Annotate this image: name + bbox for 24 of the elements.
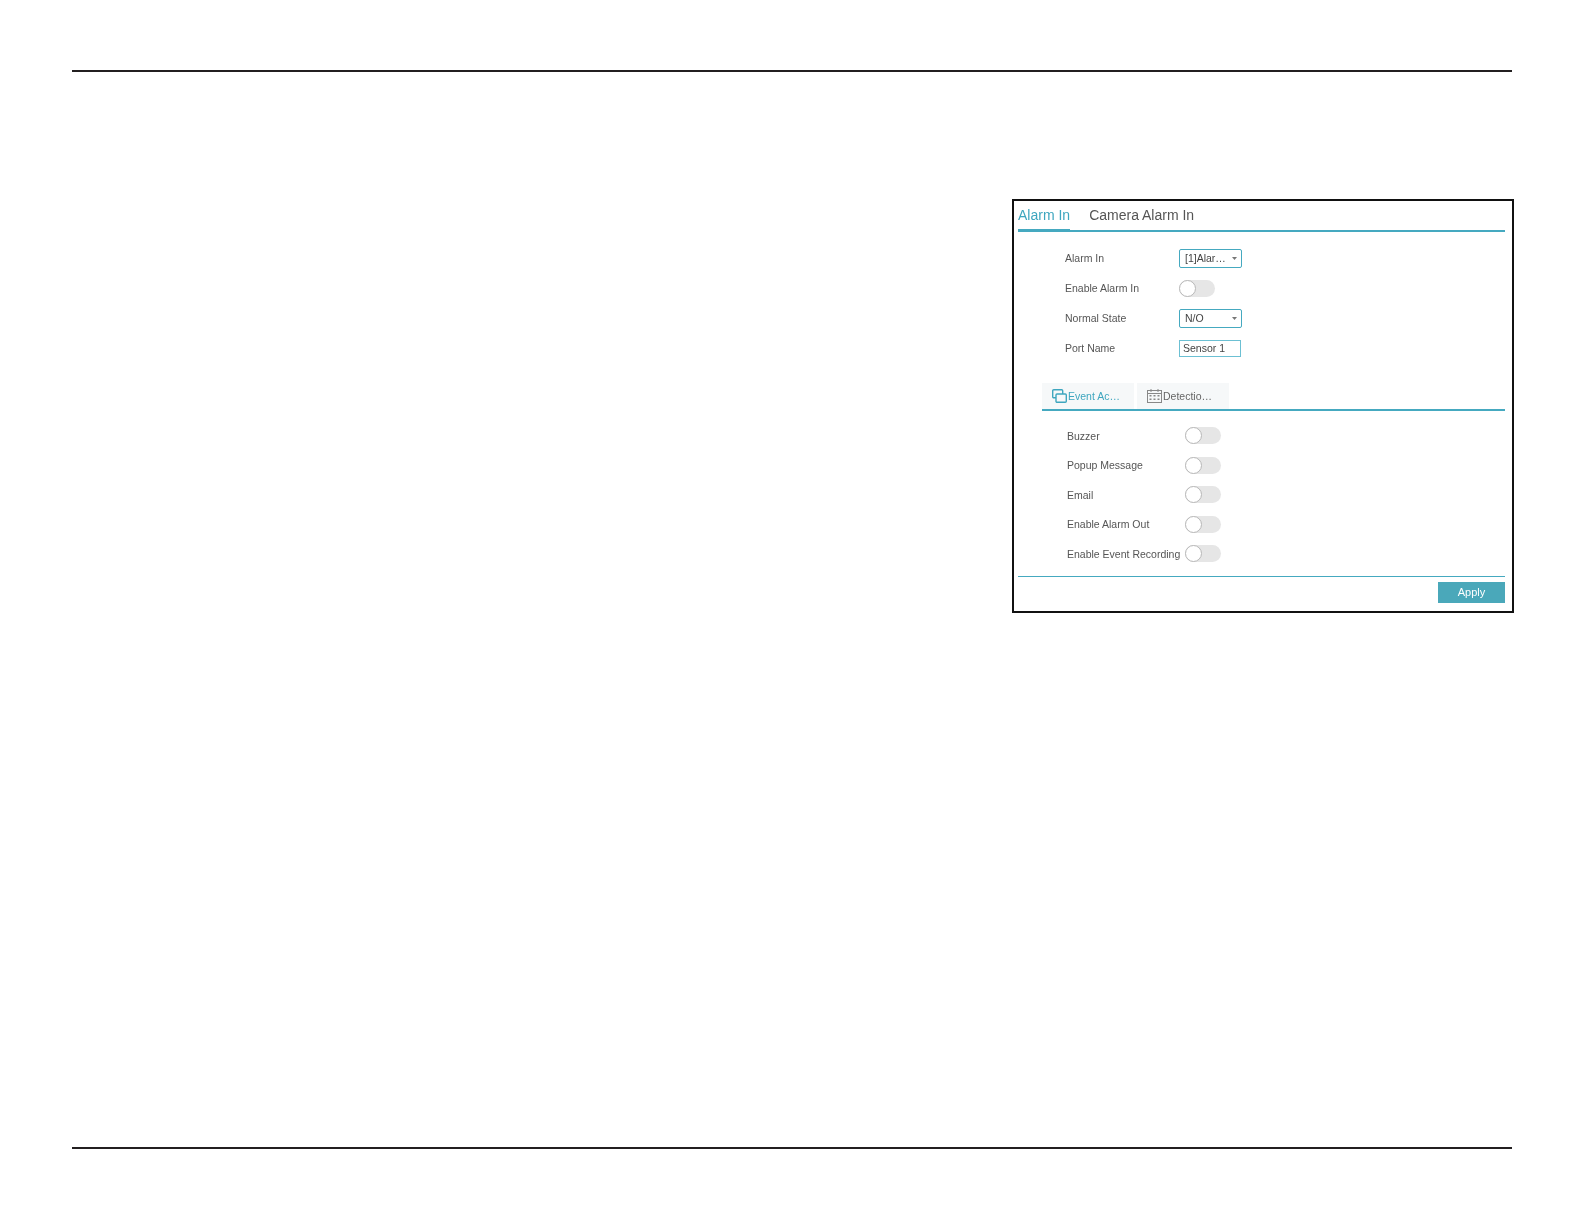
dropdown[interactable]: [1]Alar…: [1179, 248, 1242, 268]
field-label: Alarm In: [1065, 252, 1106, 264]
tab[interactable]: Detectio…: [1137, 383, 1229, 409]
toggle-switch[interactable]: [1185, 515, 1221, 533]
input-field[interactable]: Sensor 1: [1179, 339, 1241, 357]
toggle-switch[interactable]: [1185, 545, 1221, 563]
field-label: Normal State: [1065, 312, 1128, 324]
tab[interactable]: Camera Alarm In: [1089, 207, 1195, 232]
windows-icon: [1052, 389, 1067, 403]
field-label: Enable Alarm Out: [1067, 518, 1151, 531]
caret-icon: [1232, 256, 1237, 260]
calendar-icon: [1147, 389, 1162, 403]
toggle-switch[interactable]: [1185, 427, 1221, 445]
field-label: Enable Alarm In: [1065, 282, 1141, 294]
field-label: Popup Message: [1067, 459, 1144, 472]
dropdown[interactable]: N/O: [1179, 308, 1242, 328]
toggle-switch[interactable]: [1185, 456, 1221, 474]
field-label: Email: [1067, 488, 1095, 501]
field-label: Port Name: [1065, 342, 1117, 354]
toggle-switch[interactable]: [1179, 279, 1215, 297]
field-label: Enable Event Recording: [1067, 547, 1182, 560]
field-label: Buzzer: [1067, 429, 1101, 442]
caret-icon: [1232, 316, 1237, 320]
toggle-switch[interactable]: [1185, 486, 1221, 504]
